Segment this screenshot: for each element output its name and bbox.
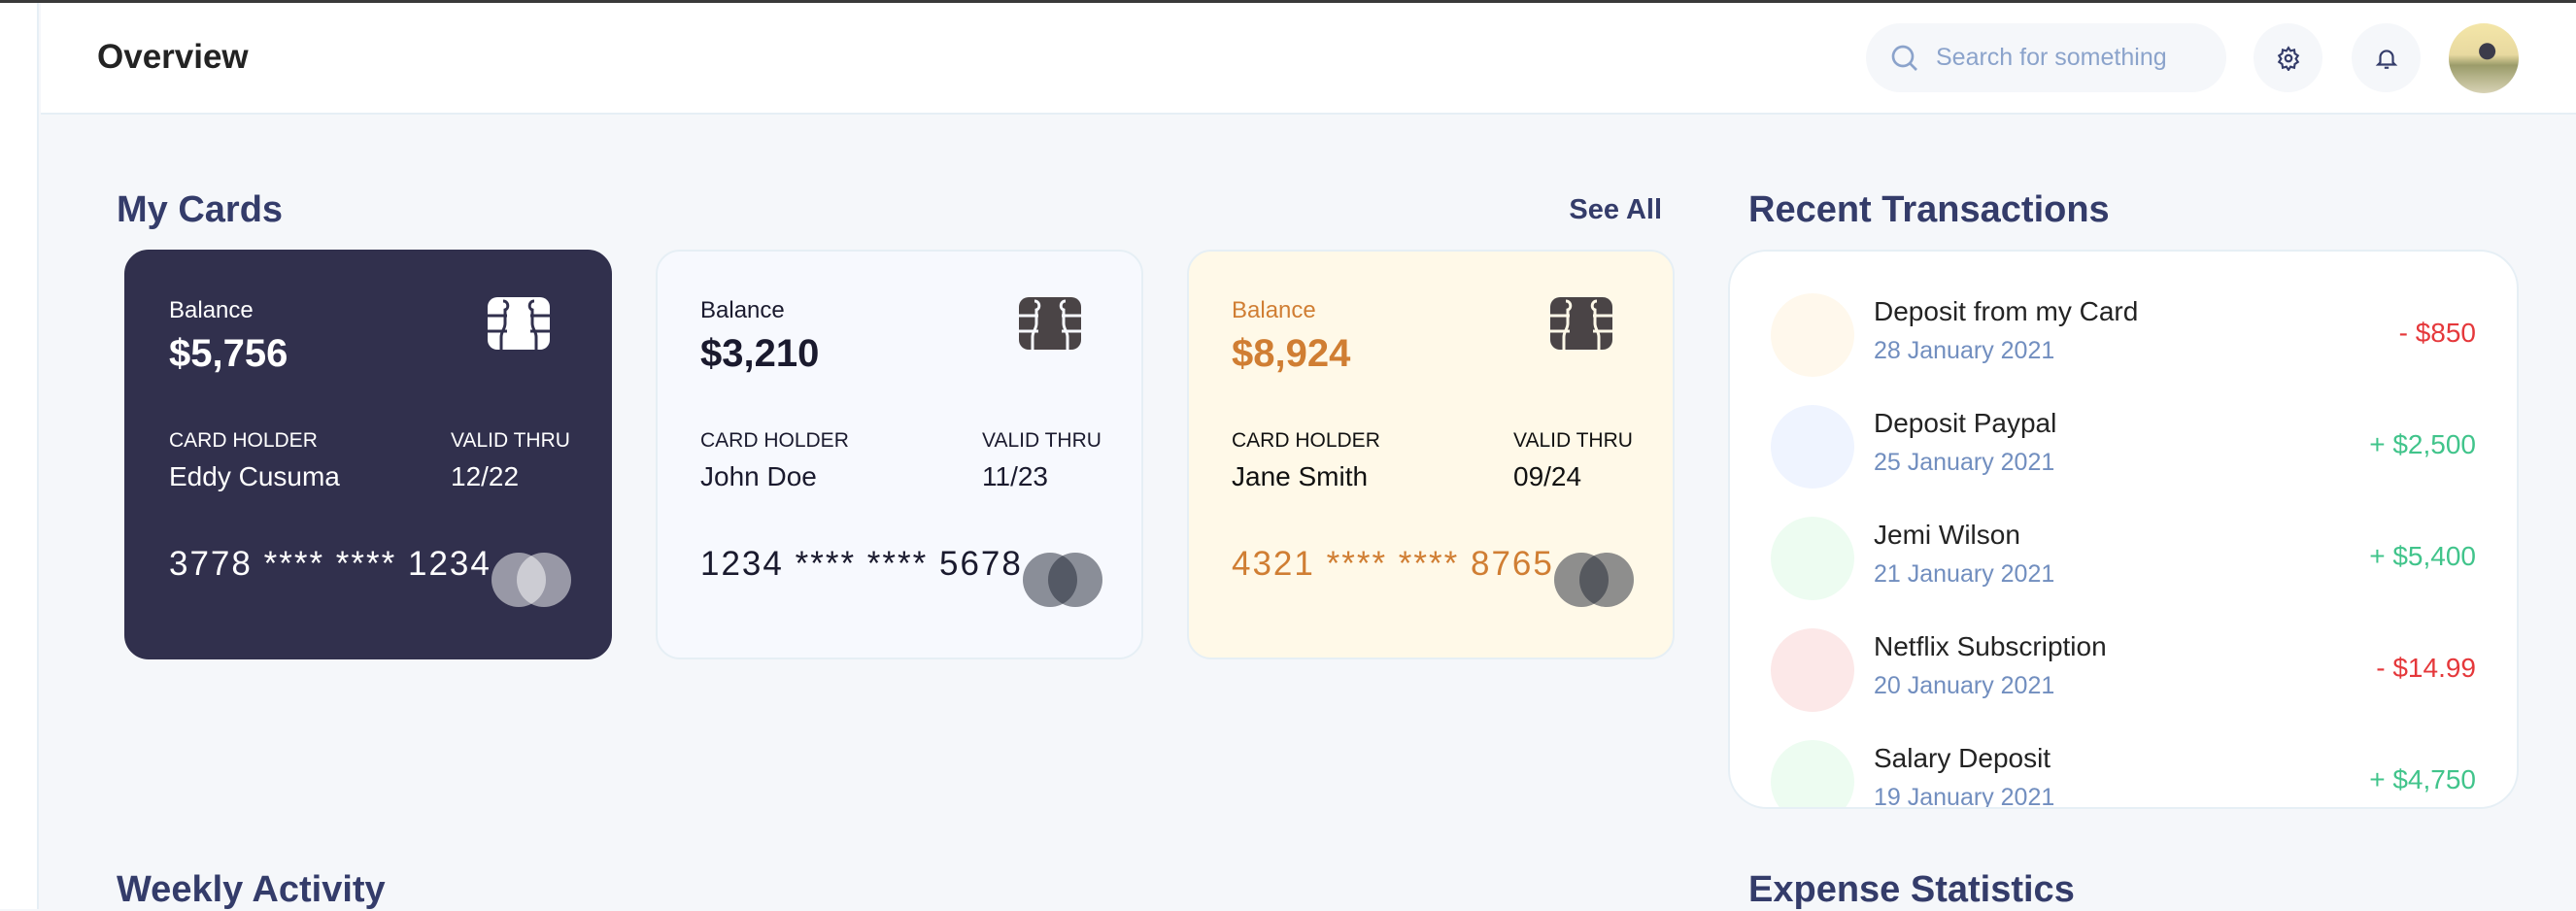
sidebar <box>0 3 39 909</box>
card-holder-label: CARD HOLDER <box>1232 429 1380 452</box>
valid-thru-label: VALID THRU <box>982 429 1102 452</box>
card-holder-label: CARD HOLDER <box>169 429 318 452</box>
transaction-name: Deposit from my Card <box>1874 296 2139 326</box>
card-holder-label: CARD HOLDER <box>700 429 849 452</box>
balance-label: Balance <box>700 297 785 323</box>
notifications-button[interactable] <box>2352 23 2421 92</box>
transaction-amount: - $14.99 <box>2376 653 2476 683</box>
avatar[interactable] <box>2449 23 2519 93</box>
settings-button[interactable] <box>2254 23 2322 92</box>
chip-icon <box>488 297 550 350</box>
transaction-date: 19 January 2021 <box>1874 784 2055 809</box>
mastercard-logo-icon <box>491 553 571 607</box>
chip-icon <box>1550 297 1612 350</box>
search-input[interactable]: Search for something <box>1866 23 2226 92</box>
chip-icon <box>1019 297 1081 350</box>
gear-icon <box>2277 45 2299 71</box>
page-title: Overview <box>97 38 249 76</box>
valid-thru-value: 11/23 <box>982 461 1048 491</box>
credit-card[interactable]: Balance $3,210 CARD HOLDER John Doe VALI… <box>656 250 1143 659</box>
expense-statistics-title: Expense Statistics <box>1748 869 2075 910</box>
see-all-link[interactable]: See All <box>1554 194 1662 226</box>
balance-label: Balance <box>169 297 254 323</box>
transaction-date: 28 January 2021 <box>1874 337 2055 364</box>
transaction-icon <box>1771 405 1854 489</box>
credit-card[interactable]: Balance $5,756 CARD HOLDER Eddy Cusuma V… <box>124 250 612 659</box>
transaction-name: Deposit Paypal <box>1874 408 2057 438</box>
card-number: 3778 **** **** 1234 <box>169 545 491 583</box>
search-placeholder: Search for something <box>1936 44 2167 71</box>
transaction-icon <box>1771 628 1854 712</box>
transaction-date: 20 January 2021 <box>1874 672 2055 699</box>
transaction-name: Netflix Subscription <box>1874 631 2107 661</box>
transaction-row[interactable]: Jemi Wilson 21 January 2021 + $5,400 <box>1730 510 2517 607</box>
mastercard-logo-icon <box>1023 553 1102 607</box>
bell-icon <box>2375 49 2397 69</box>
valid-thru-value: 12/22 <box>451 461 520 491</box>
transaction-row[interactable]: Netflix Subscription 20 January 2021 - $… <box>1730 622 2517 719</box>
balance-amount: $5,756 <box>169 332 288 375</box>
credit-card[interactable]: Balance $8,924 CARD HOLDER Jane Smith VA… <box>1187 250 1675 659</box>
valid-thru-value: 09/24 <box>1513 461 1582 491</box>
card-holder-name: John Doe <box>700 461 817 491</box>
balance-amount: $3,210 <box>700 332 820 375</box>
card-holder-name: Eddy Cusuma <box>169 461 340 491</box>
transaction-row[interactable]: Deposit Paypal 25 January 2021 + $2,500 <box>1730 398 2517 495</box>
search-icon <box>1891 45 1917 71</box>
transaction-icon <box>1771 740 1854 807</box>
transaction-amount: + $2,500 <box>2369 429 2476 459</box>
transaction-date: 25 January 2021 <box>1874 449 2055 476</box>
card-holder-name: Jane Smith <box>1232 461 1369 491</box>
transaction-amount: + $4,750 <box>2369 764 2476 794</box>
recent-transactions-title: Recent Transactions <box>1748 189 2110 230</box>
header: Overview Search for something <box>41 3 2576 115</box>
balance-label: Balance <box>1232 297 1316 323</box>
card-number: 4321 **** **** 8765 <box>1232 545 1554 583</box>
transaction-amount: - $850 <box>2398 318 2476 348</box>
transaction-amount: + $5,400 <box>2369 541 2476 571</box>
transaction-row[interactable]: Salary Deposit 19 January 2021 + $4,750 <box>1730 733 2517 809</box>
transaction-name: Salary Deposit <box>1874 743 2051 773</box>
card-number: 1234 **** **** 5678 <box>700 545 1023 583</box>
valid-thru-label: VALID THRU <box>1513 429 1633 452</box>
recent-transactions-panel: Deposit from my Card 28 January 2021 - $… <box>1728 250 2519 809</box>
transaction-icon <box>1771 517 1854 600</box>
weekly-activity-title: Weekly Activity <box>117 869 386 910</box>
transaction-name: Jemi Wilson <box>1874 520 2020 550</box>
valid-thru-label: VALID THRU <box>451 429 570 452</box>
mastercard-logo-icon <box>1554 553 1634 607</box>
my-cards-title: My Cards <box>117 189 284 230</box>
transaction-date: 21 January 2021 <box>1874 560 2055 588</box>
transaction-row[interactable]: Deposit from my Card 28 January 2021 - $… <box>1730 287 2517 384</box>
transaction-icon <box>1771 293 1854 377</box>
balance-amount: $8,924 <box>1232 332 1351 375</box>
